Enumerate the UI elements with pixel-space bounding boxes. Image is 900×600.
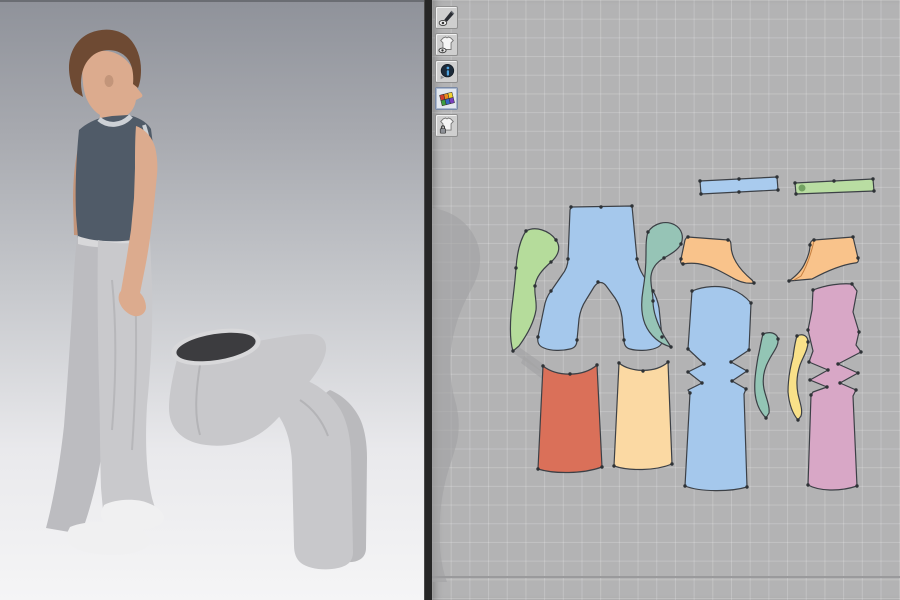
- buttonhole-mark[interactable]: [799, 185, 806, 192]
- pattern-piece-back-leg-left[interactable]: [685, 287, 751, 491]
- pattern-piece-cuff-right[interactable]: [614, 362, 672, 470]
- garment-design-app: [0, 0, 900, 600]
- pattern-canvas[interactable]: [432, 0, 900, 600]
- pattern-piece-side-facing-right[interactable]: [642, 223, 683, 347]
- toolbar-button-texture-view[interactable]: [435, 87, 458, 110]
- 2d-toolbar: [435, 6, 458, 137]
- toolbar-button-mesh-info[interactable]: [435, 60, 458, 83]
- 2d-pattern-panel[interactable]: [432, 0, 900, 600]
- 3d-scene: [0, 0, 424, 600]
- pattern-piece-yoke-left[interactable]: [681, 237, 754, 283]
- pattern-piece-inseam-strip-right[interactable]: [788, 335, 808, 420]
- toolbar-button-garment-visibility[interactable]: [435, 33, 458, 56]
- pattern-piece-inseam-strip-left[interactable]: [755, 333, 778, 418]
- 3d-viewport[interactable]: [0, 0, 424, 600]
- pen-visibility-icon: [438, 9, 456, 27]
- texture-view-icon: [438, 90, 456, 108]
- pattern-piece-yoke-right[interactable]: [789, 237, 858, 281]
- avatar-shoe-front: [101, 500, 164, 530]
- pattern-piece-front-panel[interactable]: [538, 206, 663, 350]
- avatar[interactable]: [46, 30, 164, 555]
- pattern-lock-icon: [438, 117, 456, 135]
- garment-visibility-icon: [438, 36, 456, 54]
- draped-trousers[interactable]: [169, 325, 367, 569]
- toolbar-button-pen-visibility[interactable]: [435, 6, 458, 29]
- pattern-piece-cuff-left[interactable]: [538, 365, 602, 473]
- mesh-info-icon: [438, 63, 456, 81]
- pattern-piece-back-leg-right[interactable]: [808, 284, 861, 490]
- avatar-ear: [105, 75, 114, 87]
- toolbar-button-pattern-lock[interactable]: [435, 114, 458, 137]
